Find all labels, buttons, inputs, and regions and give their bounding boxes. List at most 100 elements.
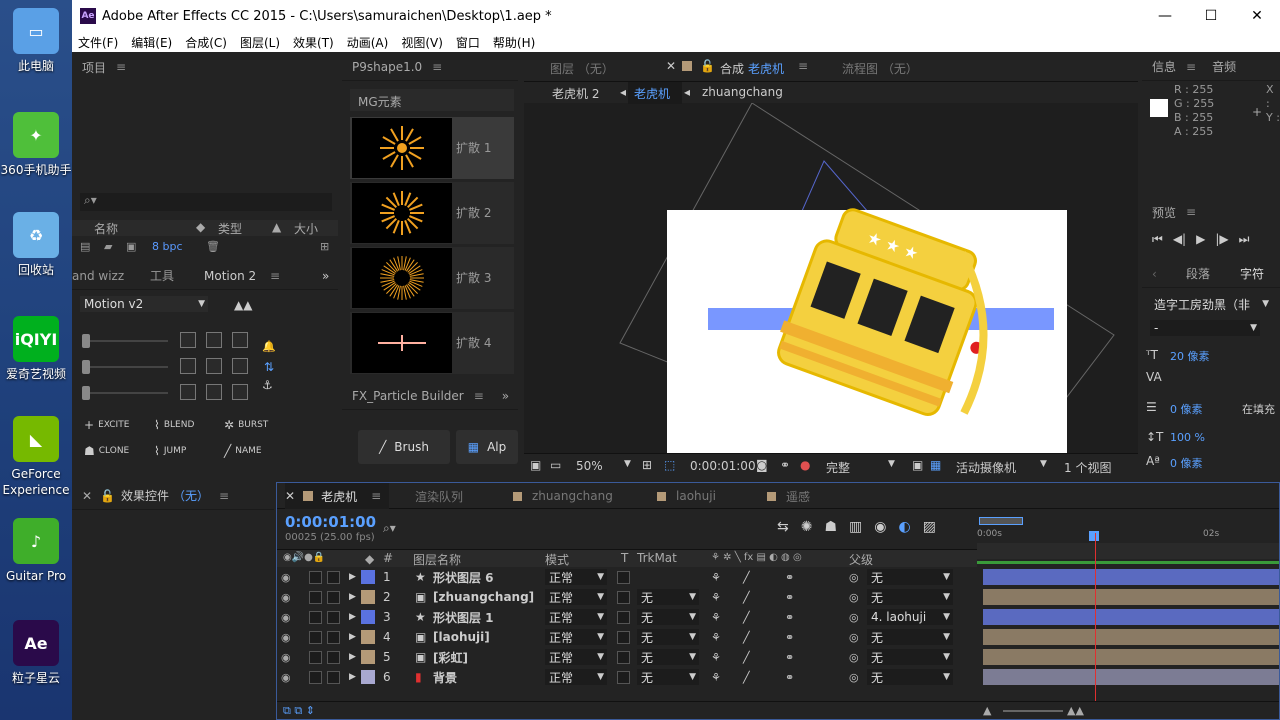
tab-paragraph[interactable]: 段落 [1186, 265, 1210, 282]
quality-switch-icon[interactable]: ╱ [743, 611, 750, 624]
resolution-select[interactable]: 完整 [826, 459, 850, 476]
show-snapshot-icon[interactable]: ⚭ [780, 458, 790, 472]
blend-mode-select[interactable]: 正常 [545, 629, 607, 645]
anchor-button[interactable] [232, 332, 248, 348]
new-comp-icon[interactable]: ▣ [126, 240, 136, 253]
track-matte-select[interactable]: 无 [637, 669, 699, 685]
parent-pick-whip-icon[interactable]: ◎ [849, 591, 859, 604]
prev-frame-icon[interactable]: ◀| [1173, 232, 1186, 247]
timeline-tab[interactable]: ✕ 老虎机 ≡ [285, 483, 390, 509]
trash-icon[interactable]: 🗑 [206, 240, 220, 253]
desktop-icon[interactable]: iQIYI 爱奇艺视频 [0, 316, 72, 382]
desktop-icon[interactable]: ◣ GeForce Experience [0, 416, 72, 498]
baseline-shift-value[interactable]: 0 像素 [1170, 455, 1203, 471]
quality-switch-icon[interactable]: ╱ [743, 651, 750, 664]
work-area-bar[interactable] [979, 517, 1023, 525]
layer-duration-bar[interactable] [983, 569, 1279, 585]
layer-duration-bar[interactable] [983, 589, 1279, 605]
p9-item[interactable]: 扩散 3 [350, 247, 514, 309]
slider-handle[interactable] [82, 334, 90, 348]
audio-toggle[interactable] [309, 631, 322, 644]
chart-icon[interactable]: ▨ [923, 519, 936, 535]
audio-toggle[interactable] [309, 571, 322, 584]
tab-flowchart[interactable]: 流程图 （无） [842, 60, 918, 77]
expand-arrow-icon[interactable]: ▶ [349, 592, 356, 602]
tab-audio[interactable]: 音频 [1212, 58, 1236, 75]
motion-jump-button[interactable]: ⌇ JUMP [154, 444, 186, 458]
anchor-icon[interactable]: ⚓ [262, 378, 273, 392]
link-icon[interactable]: ⚭ [785, 591, 794, 604]
audio-toggle[interactable] [309, 591, 322, 604]
layer-duration-bar[interactable] [983, 629, 1279, 645]
motion-slider[interactable] [84, 366, 168, 368]
chevron-down-icon[interactable]: ▼ [1040, 459, 1047, 469]
lock-toggle[interactable] [327, 591, 340, 604]
panel-menu-icon[interactable]: ≡ [1186, 60, 1196, 74]
visibility-eye-icon[interactable]: ◉ [281, 571, 291, 584]
blend-mode-select[interactable]: 正常 [545, 649, 607, 665]
vertical-scale-value[interactable]: 100 % [1170, 431, 1205, 444]
search-icon[interactable]: ⌕▾ [383, 521, 396, 536]
audio-toggle[interactable] [309, 651, 322, 664]
quality-switch-icon[interactable]: ╱ [743, 671, 750, 684]
panel-menu-icon[interactable]: ≡ [432, 60, 442, 74]
visibility-eye-icon[interactable]: ◉ [281, 671, 291, 684]
quality-switch-icon[interactable]: ╱ [743, 571, 750, 584]
track-matte-select[interactable]: 无 [637, 609, 699, 625]
panel-menu-icon[interactable]: ≡ [1186, 205, 1196, 219]
layer-duration-bar[interactable] [983, 649, 1279, 665]
expand-arrow-icon[interactable]: ▶ [349, 612, 356, 622]
viewer-timecode[interactable]: 0:00:01:00 [690, 459, 756, 473]
zoom-in-icon[interactable]: ▲▲ [1067, 704, 1084, 717]
link-icon[interactable]: ⚭ [785, 671, 794, 684]
visibility-eye-icon[interactable]: ◉ [281, 651, 291, 664]
monitor-icon[interactable]: ▭ [550, 458, 561, 472]
close-tab-icon[interactable]: ✕ [666, 59, 676, 73]
font-size-value[interactable]: 20 像素 [1170, 348, 1210, 364]
expand-arrow-icon[interactable]: ▶ [349, 632, 356, 642]
brush-button[interactable]: ╱ Brush [358, 430, 450, 464]
comp-canvas[interactable]: ★ ★ ★ [524, 103, 1138, 453]
next-frame-icon[interactable]: |▶ [1215, 232, 1228, 247]
last-frame-icon[interactable]: ⏭ [1239, 232, 1250, 247]
layer-duration-bar[interactable] [983, 609, 1279, 625]
anchor-button[interactable] [180, 332, 196, 348]
parent-pick-whip-icon[interactable]: ◎ [849, 651, 859, 664]
tab-tools[interactable]: 工具 [134, 267, 190, 284]
slider-handle[interactable] [82, 360, 90, 374]
layer-duration-bar[interactable] [983, 669, 1279, 685]
layer-row[interactable]: ◉ ▶ 3 ★ 形状图层 1 正常 无 ⚘ ╱ ⚭ ◎ 4. laohuji [277, 607, 977, 627]
preserve-transparency-toggle[interactable] [617, 671, 630, 684]
anchor-button[interactable] [232, 384, 248, 400]
motion-slider[interactable] [84, 340, 168, 342]
quality-switch-icon[interactable]: ╱ [743, 591, 750, 604]
blend-mode-select[interactable]: 正常 [545, 609, 607, 625]
layer-label-color[interactable] [361, 670, 375, 684]
quality-switch-icon[interactable]: ╱ [743, 631, 750, 644]
desktop-icon[interactable]: ✦ 360手机助手 [0, 112, 72, 178]
layer-label-color[interactable] [361, 610, 375, 624]
more-panels-icon[interactable]: » [502, 389, 509, 403]
menu-file[interactable]: 文件(F) [78, 34, 118, 51]
views-select[interactable]: 1 个视图 [1064, 459, 1111, 476]
lock-toggle[interactable] [327, 611, 340, 624]
col-type[interactable]: 类型 [218, 220, 242, 237]
parent-select[interactable]: 4. laohuji [867, 609, 953, 625]
close-window-button[interactable]: ✕ [1234, 0, 1280, 32]
panel-menu-icon[interactable]: ≡ [798, 59, 808, 73]
lock-icon[interactable]: 🔓 [100, 489, 115, 503]
track-matte-select[interactable]: 无 [637, 649, 699, 665]
parent-select[interactable]: 无 [867, 569, 953, 585]
lock-toggle[interactable] [327, 671, 340, 684]
current-timecode[interactable]: 0:00:01:00 [285, 513, 376, 531]
p9-item[interactable]: 扩散 4 [350, 312, 514, 374]
always-preview-icon[interactable]: ▣ [530, 458, 541, 472]
slider-handle[interactable] [82, 386, 90, 400]
timeline-tab[interactable]: laohuji [657, 483, 716, 509]
font-family-select[interactable]: 造字工房劲黑（非 [1150, 296, 1272, 312]
preserve-transparency-toggle[interactable] [617, 591, 630, 604]
menu-window[interactable]: 窗口 [456, 34, 480, 51]
anchor-button[interactable] [206, 332, 222, 348]
lock-icon[interactable]: 🔓 [700, 59, 715, 73]
alpha-button[interactable]: ▦ Alp [456, 430, 518, 464]
